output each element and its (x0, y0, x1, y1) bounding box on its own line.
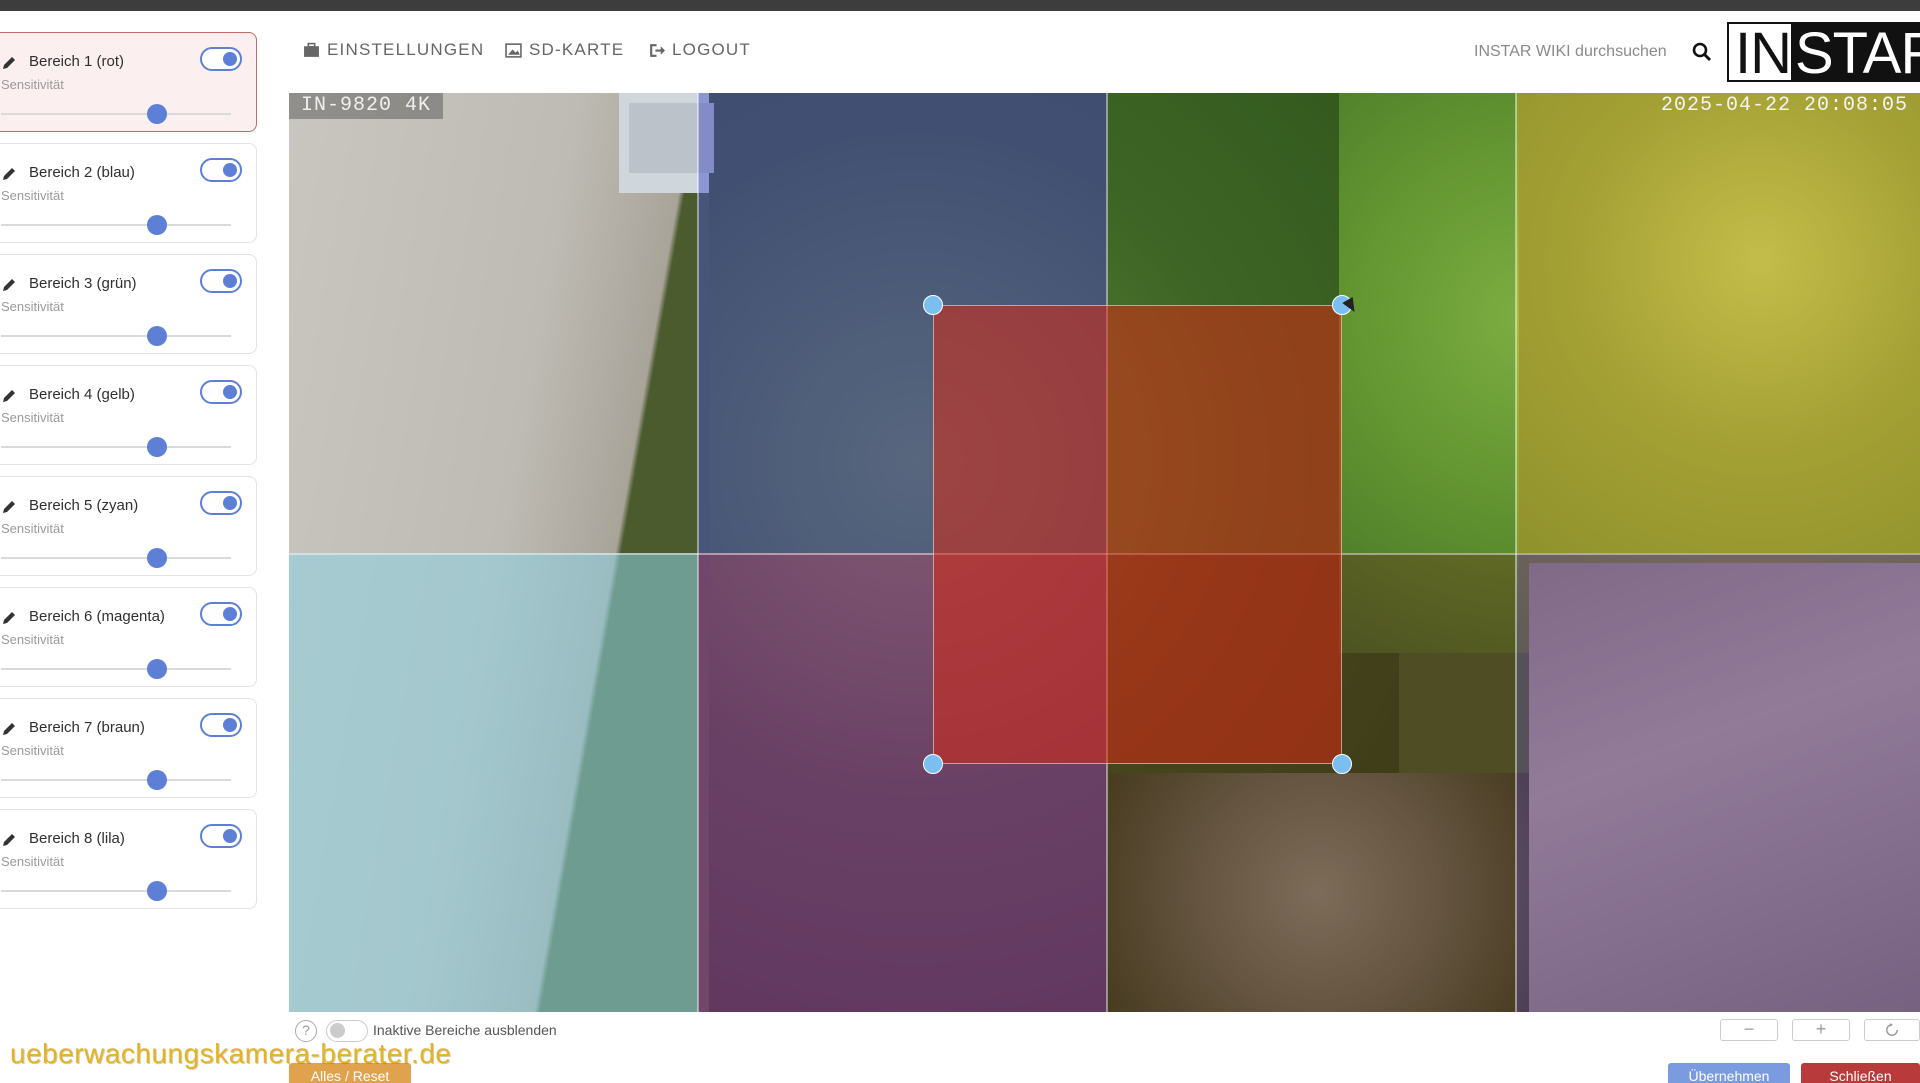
rotate-icon (1886, 1023, 1898, 1036)
sensitivity-slider-thumb[interactable] (147, 326, 168, 346)
nav-sdcard-label: SD-KARTE (529, 40, 625, 59)
sensitivity-slider-track[interactable] (1, 446, 231, 448)
resize-handle-top-left[interactable] (923, 295, 943, 315)
search-icon[interactable] (1692, 42, 1712, 62)
area-card-7[interactable]: Bereich 7 (braun) Sensitivität (0, 698, 257, 798)
area-overlay-red-selected[interactable] (933, 305, 1342, 764)
resize-handle-bottom-left[interactable] (923, 754, 943, 774)
window-top-bar (0, 0, 1920, 11)
sensitivity-label: Sensitivität (1, 410, 64, 425)
area-title: Bereich 8 (lila) (29, 830, 125, 847)
area-card-5[interactable]: Bereich 5 (zyan) Sensitivität (0, 476, 257, 576)
sensitivity-slider-track[interactable] (1, 113, 231, 115)
area-card-1[interactable]: Bereich 1 (rot) Sensitivität (0, 32, 257, 132)
area-card-6[interactable]: Bereich 6 (magenta) Sensitivität (0, 587, 257, 687)
camera-view[interactable]: IN-9820 4K 2025-04-22 20:08:05 (289, 93, 1920, 1012)
zoom-out-button[interactable]: − (1720, 1019, 1778, 1041)
sensitivity-label: Sensitivität (1, 743, 64, 758)
area-toggle[interactable] (200, 47, 242, 71)
wiki-search-input[interactable]: INSTAR WIKI durchsuchen (1474, 43, 1667, 61)
sensitivity-slider-thumb[interactable] (147, 881, 168, 901)
resize-handle-bottom-right[interactable] (1332, 754, 1352, 774)
area-title: Bereich 1 (rot) (29, 53, 125, 70)
sensitivity-slider-thumb[interactable] (147, 215, 168, 235)
instar-logo[interactable]: INSTAR (1727, 22, 1920, 82)
area-toggle[interactable] (200, 269, 242, 293)
area-toggle[interactable] (200, 380, 242, 404)
pencil-icon[interactable] (1, 55, 17, 71)
sensitivity-slider-thumb[interactable] (147, 104, 168, 124)
close-button[interactable]: Schließen (1801, 1063, 1920, 1083)
sensitivity-label: Sensitivität (1, 521, 64, 536)
nav-logout[interactable]: LOGOUT (648, 40, 751, 60)
rotate-view-button[interactable] (1864, 1019, 1920, 1041)
sensitivity-label: Sensitivität (1, 632, 64, 647)
pencil-icon[interactable] (1, 277, 17, 293)
area-toggle[interactable] (200, 824, 242, 848)
sensitivity-slider-thumb[interactable] (147, 437, 168, 457)
area-title: Bereich 3 (grün) (29, 275, 137, 292)
area-title: Bereich 5 (zyan) (29, 497, 139, 514)
pencil-icon[interactable] (1, 832, 17, 848)
area-toggle[interactable] (200, 602, 242, 626)
sensitivity-label: Sensitivität (1, 188, 64, 203)
pencil-icon[interactable] (1, 388, 17, 404)
sensitivity-slider-thumb[interactable] (147, 770, 168, 790)
sensitivity-slider-track[interactable] (1, 668, 231, 670)
image-icon (505, 42, 522, 58)
area-toggle[interactable] (200, 491, 242, 515)
sensitivity-slider-track[interactable] (1, 890, 231, 892)
area-card-2[interactable]: Bereich 2 (blau) Sensitivität (0, 143, 257, 243)
area-overlay-purple[interactable] (1516, 553, 1920, 1012)
pencil-icon[interactable] (1, 610, 17, 626)
nav-settings-label: EINSTELLUNGEN (327, 40, 485, 59)
camera-name-overlay: IN-9820 4K (289, 93, 444, 119)
pencil-icon[interactable] (1, 499, 17, 515)
sensitivity-label: Sensitivität (1, 77, 64, 92)
sensitivity-slider-thumb[interactable] (147, 548, 168, 568)
pencil-icon[interactable] (1, 721, 17, 737)
nav-settings[interactable]: EINSTELLUNGEN (303, 40, 484, 60)
sensitivity-slider-track[interactable] (1, 224, 231, 226)
sensitivity-label: Sensitivität (1, 299, 64, 314)
nav-sdcard[interactable]: SD-KARTE (505, 40, 624, 60)
nav-logout-label: LOGOUT (672, 40, 751, 59)
sensitivity-label: Sensitivität (1, 854, 64, 869)
zoom-in-button[interactable]: + (1792, 1019, 1850, 1041)
sensitivity-slider-thumb[interactable] (147, 659, 168, 679)
camera-timestamp-overlay: 2025-04-22 20:08:05 (1660, 94, 1908, 117)
area-title: Bereich 4 (gelb) (29, 386, 135, 403)
area-card-4[interactable]: Bereich 4 (gelb) Sensitivität (0, 365, 257, 465)
area-title: Bereich 6 (magenta) (29, 608, 165, 625)
sensitivity-slider-track[interactable] (1, 779, 231, 781)
pencil-icon[interactable] (1, 166, 17, 182)
briefcase-icon (304, 42, 319, 57)
area-title: Bereich 2 (blau) (29, 164, 135, 181)
hide-inactive-label: Inaktive Bereiche ausblenden (373, 1022, 557, 1038)
sensitivity-slider-track[interactable] (1, 557, 231, 559)
area-toggle[interactable] (200, 158, 242, 182)
area-title: Bereich 7 (braun) (29, 719, 145, 736)
area-card-8[interactable]: Bereich 8 (lila) Sensitivität (0, 809, 257, 909)
sensitivity-slider-track[interactable] (1, 335, 231, 337)
apply-button[interactable]: Übernehmen (1668, 1063, 1790, 1083)
logout-icon (650, 43, 665, 57)
area-card-3[interactable]: Bereich 3 (grün) Sensitivität (0, 254, 257, 354)
area-overlay-yellow[interactable] (1516, 93, 1920, 553)
area-toggle[interactable] (200, 713, 242, 737)
area-overlay-cyan[interactable] (289, 553, 698, 1012)
watermark-text: ueberwachungskamera-berater.de (10, 1038, 452, 1069)
